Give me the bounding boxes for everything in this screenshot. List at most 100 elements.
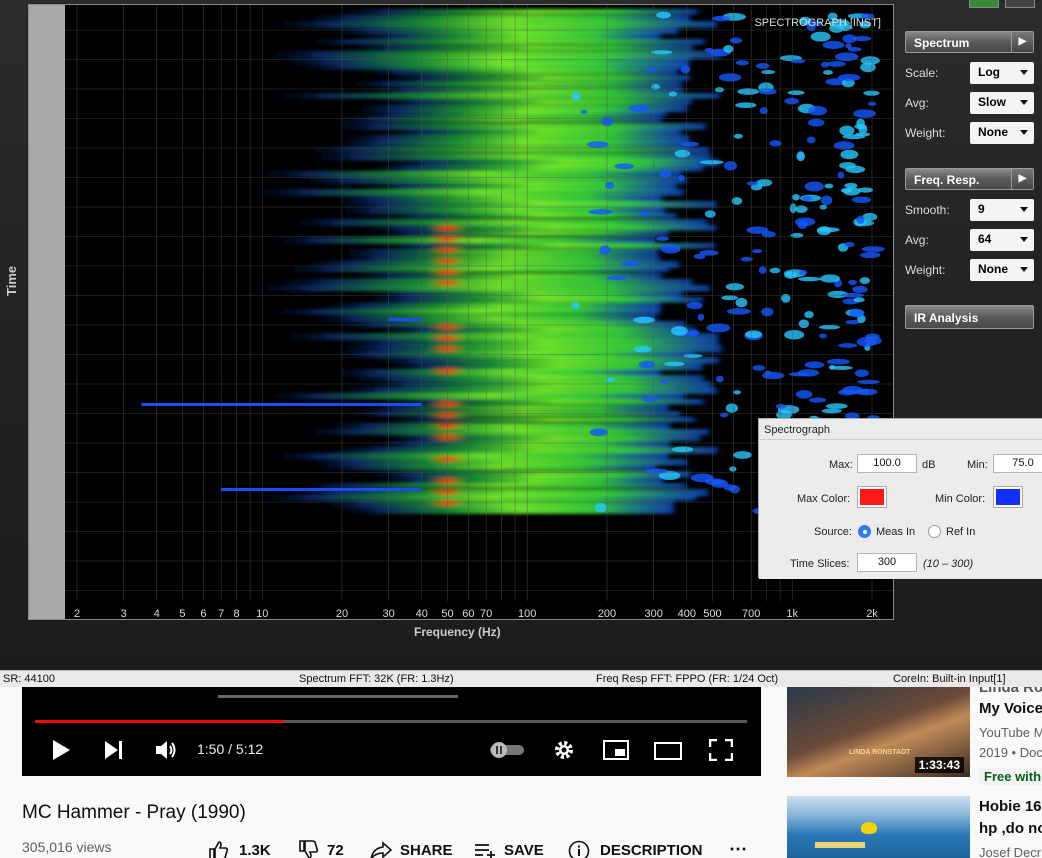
spectrum-section-button[interactable]: Spectrum ▶: [905, 31, 1034, 53]
spectrogram-band: [323, 141, 690, 147]
spectrogram-blob: [638, 360, 656, 369]
spectrogram-band: [348, 225, 717, 231]
spectrogram-blob: [599, 245, 611, 255]
autoplay-toggle-icon[interactable]: [488, 740, 526, 760]
ir-analysis-button[interactable]: IR Analysis: [905, 305, 1034, 329]
view-toggle-green[interactable]: [969, 0, 999, 8]
spectrogram-blob: [690, 473, 714, 483]
freq-resp-fft-status: Freq Resp FFT: FPPO (FR: 1/24 Oct): [596, 673, 779, 685]
play-icon[interactable]: [51, 739, 71, 761]
theater-mode-icon[interactable]: [654, 742, 682, 760]
spectrogram-band: [264, 279, 693, 286]
min-color-swatch[interactable]: [993, 486, 1023, 508]
spectrogram-band: [357, 471, 691, 478]
spectrogram-band: [244, 495, 697, 501]
reco-channel-1[interactable]: YouTube M: [979, 725, 1042, 740]
spectrogram-blob: [854, 369, 869, 377]
min-db-input[interactable]: 75.0: [993, 454, 1042, 473]
spectrum-avg-dropdown[interactable]: Slow: [970, 92, 1034, 114]
spectrogram-blob: [826, 358, 850, 365]
spectrum-weight-dropdown[interactable]: None: [970, 122, 1034, 144]
spectrogram-blob: [829, 365, 853, 370]
spectrogram-blob: [674, 149, 691, 158]
next-icon[interactable]: [104, 740, 124, 760]
max-db-input[interactable]: 100.0: [857, 454, 917, 473]
spectrogram-blob: [863, 90, 880, 96]
reco-thumbnail-2[interactable]: [787, 796, 970, 858]
spectrogram-blob: [644, 468, 668, 474]
progress-bar[interactable]: [35, 720, 747, 723]
play-arrow-icon[interactable]: ▶: [1011, 169, 1033, 189]
spectrogram-blob: [735, 60, 749, 66]
view-toggle-gray[interactable]: [1005, 0, 1035, 8]
max-color-swatch[interactable]: [857, 486, 887, 508]
spectrogram-blob: [784, 330, 805, 340]
reco-title-2b[interactable]: hp ,do no: [979, 820, 1042, 837]
play-arrow-icon[interactable]: ▶: [1011, 32, 1033, 52]
thumb-duck-shape: [861, 822, 877, 834]
spectrogram-blob: [659, 170, 671, 178]
spectrogram-band: [361, 357, 719, 364]
spectrogram-blob: [761, 307, 774, 317]
spectrogram-band: [328, 9, 698, 15]
spectrogram-blob: [731, 197, 743, 205]
progress-fill: [35, 720, 285, 723]
x-tick-label: 10: [256, 608, 268, 619]
fullscreen-icon[interactable]: [709, 739, 733, 761]
spectrogram-band: [291, 15, 690, 22]
settings-gear-icon[interactable]: [553, 739, 575, 761]
popup-title: Spectrograph: [764, 424, 831, 436]
spectrogram-band: [250, 393, 685, 400]
meas-in-label: Meas In: [876, 526, 916, 538]
ir-analysis-label: IR Analysis: [914, 311, 979, 325]
spectrogram-blob: [789, 203, 797, 214]
spectrogram-blob: [804, 361, 825, 369]
spectrogram-band: [349, 69, 678, 75]
reco-title-1b[interactable]: My Voice: [979, 700, 1042, 717]
scale-label: Scale:: [905, 66, 939, 80]
spectrogram-blob: [641, 397, 660, 402]
freq-weight-dropdown[interactable]: None: [970, 259, 1034, 281]
video-time: 1:50 / 5:12: [197, 741, 264, 757]
freq-resp-section-button[interactable]: Freq. Resp. ▶: [905, 168, 1034, 190]
spectrogram-blob: [787, 90, 805, 96]
spectrogram-blob: [807, 118, 825, 127]
spectrogram-blob: [606, 275, 628, 281]
spectrogram-band: [335, 81, 682, 87]
spectrogram-blob: [604, 377, 616, 383]
spectrogram-blob: [859, 277, 871, 285]
x-tick-label: 300: [644, 608, 662, 619]
reco-thumbnail-1[interactable]: LINDA RONSTADT 1:33:43: [787, 687, 970, 777]
y-axis-label: Time: [4, 265, 19, 296]
spectrogram-band: [365, 441, 670, 448]
volume-icon[interactable]: [154, 739, 178, 761]
spectrogram-blob: [817, 227, 840, 233]
right-control-panel: Spectrum ▶ Scale: Log Avg: Slow Weight: …: [899, 0, 1042, 687]
time-slices-input[interactable]: 300: [857, 553, 917, 572]
miniplayer-icon[interactable]: [603, 740, 629, 760]
spectrogram-band: [379, 75, 691, 81]
source-ref-in-radio[interactable]: [928, 525, 941, 538]
reco-title-2a[interactable]: Hobie 16: [979, 798, 1042, 815]
thumb-caption: LINDA RONSTADT: [849, 749, 911, 756]
spectrogram-blob: [822, 70, 833, 75]
reco-title-1a[interactable]: Linda Ro: [979, 687, 1042, 696]
spectrogram-blob: [752, 365, 766, 371]
x-tick-label: 100: [518, 608, 536, 619]
spectrogram-blob: [804, 181, 824, 192]
youtube-page: 1:50 / 5:12 MC Hammer - Pray (1990) 305,…: [0, 687, 1042, 858]
scale-dropdown[interactable]: Log: [970, 62, 1034, 84]
min-label: Min:: [967, 459, 988, 471]
freq-avg-dropdown[interactable]: 64: [970, 229, 1034, 251]
time-slices-label: Time Slices:: [790, 558, 850, 570]
smooth-dropdown[interactable]: 9: [970, 199, 1034, 221]
ref-in-label: Ref In: [946, 526, 976, 538]
video-player[interactable]: 1:50 / 5:12: [22, 687, 761, 776]
reco-channel-2[interactable]: Josef Decr: [979, 845, 1041, 858]
spectrogram-blob: [670, 326, 688, 336]
more-actions-icon[interactable]: ⋯: [729, 839, 747, 858]
source-meas-in-radio[interactable]: [858, 525, 871, 538]
thumbs-down-icon: [299, 840, 319, 858]
spectrogram-blob: [628, 104, 651, 112]
spectrogram-blob: [825, 403, 848, 409]
